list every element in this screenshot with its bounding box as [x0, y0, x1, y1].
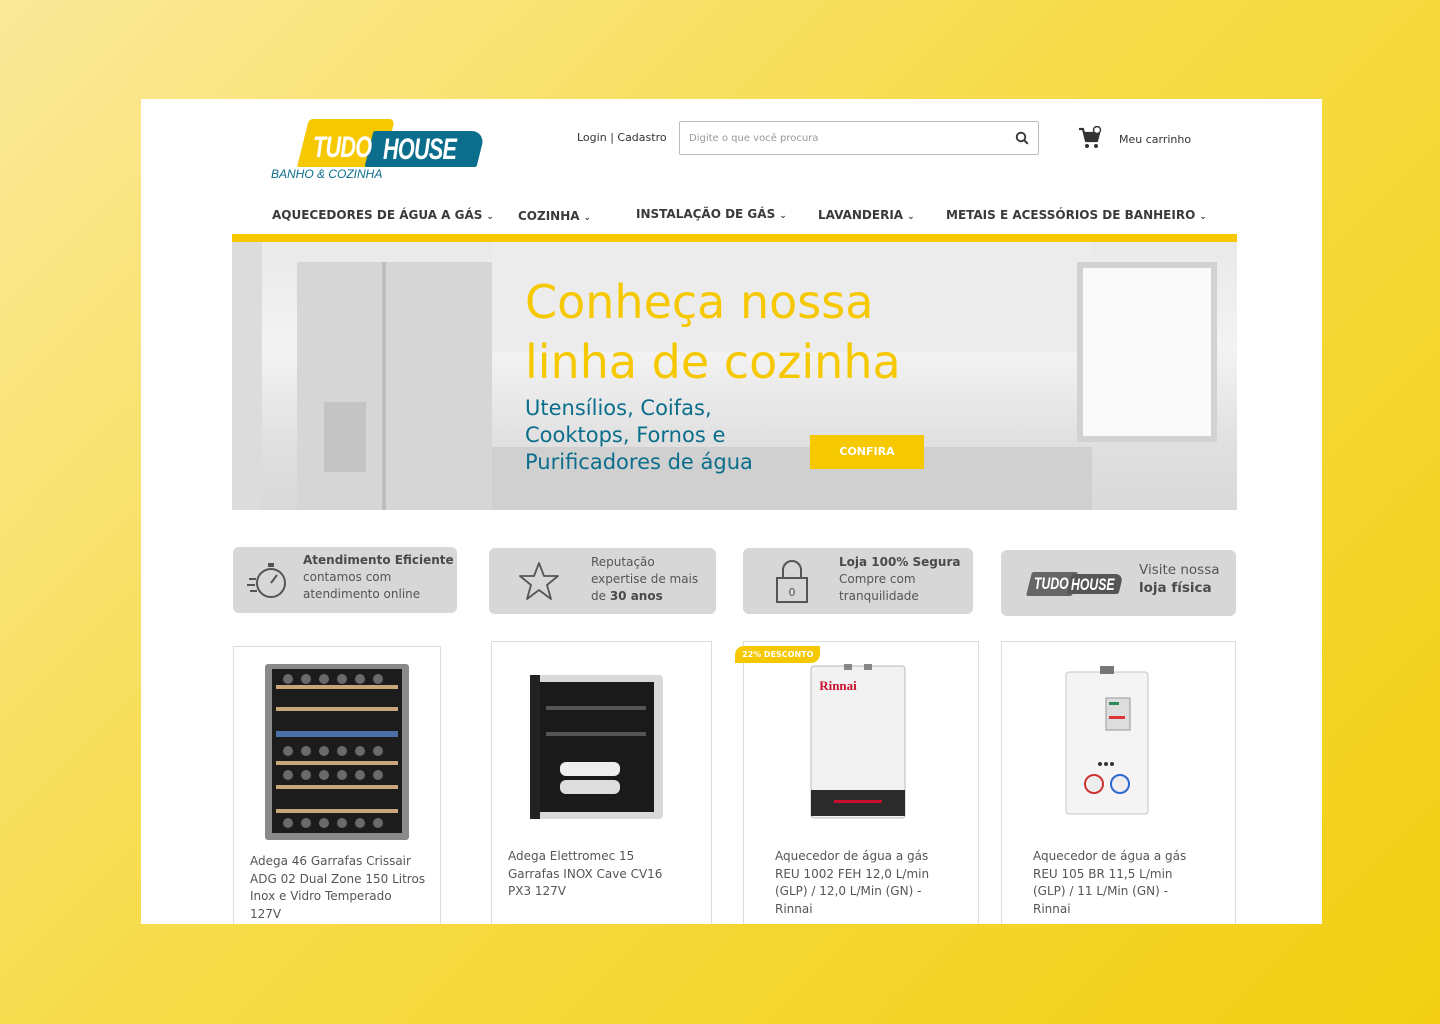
confira-button[interactable]: CONFIRA — [810, 435, 924, 469]
banner-headline: Conheça nossa linha de cozinha — [525, 272, 965, 392]
star-icon — [519, 562, 559, 600]
headline-line-1: Conheça nossa — [525, 275, 874, 329]
headline-line-2: linha de cozinha — [525, 335, 901, 389]
feature-line: de — [591, 589, 610, 603]
search-box — [679, 121, 1039, 155]
product-name[interactable]: Adega 46 Garrafas Crissair ADG 02 Dual Z… — [250, 853, 425, 923]
nav-item-lavanderia[interactable]: LAVANDERIA ⌄ — [818, 208, 915, 222]
nav-item-instalacao-gas[interactable]: INSTALAÇÃO DE GÁS ⌄ — [636, 207, 787, 221]
nav-label: METAIS E ACESSÓRIOS DE BANHEIRO — [946, 208, 1196, 222]
brand-label: Rinnai — [819, 678, 857, 693]
nav-item-metais-banheiro[interactable]: METAIS E ACESSÓRIOS DE BANHEIRO ⌄ — [946, 208, 1207, 222]
feature-emphasis: loja física — [1139, 580, 1212, 596]
feature-title: Loja 100% Segura — [839, 555, 961, 569]
subtitle-line-2: Cooktops, Fornos e — [525, 423, 726, 447]
nav-underline-bar — [232, 234, 1237, 242]
chevron-down-icon: ⌄ — [583, 213, 592, 223]
store-logo-icon: TUDO HOUSE — [1026, 572, 1124, 596]
feature-text: Atendimento Eficiente contamos com atend… — [303, 552, 454, 603]
store-page: TUDO HOUSE BANHO & COZINHA Login | Cadas… — [141, 99, 1322, 924]
wall-edge-shape — [232, 242, 262, 510]
product-name-line: REU 105 BR 11,5 L/min — [1033, 866, 1173, 881]
feature-line: contamos com — [303, 570, 392, 584]
search-input[interactable] — [680, 122, 990, 154]
subtitle-line-1: Utensílios, Coifas, — [525, 396, 712, 420]
subtitle-line-3: Purificadores de água — [525, 450, 753, 474]
product-name-line: Garrafas INOX Cave CV16 — [508, 866, 663, 881]
cart-label[interactable]: Meu carrinho — [1119, 133, 1191, 146]
nav-label: LAVANDERIA — [818, 208, 904, 222]
product-name-line: ADG 02 Dual Zone 150 Litros — [250, 871, 426, 886]
chevron-down-icon: ⌄ — [779, 211, 787, 221]
search-icon[interactable] — [1015, 131, 1029, 145]
product-card[interactable]: Adega Elettromec 15 Garrafas INOX Cave C… — [491, 641, 712, 924]
product-name-line: Aquecedor de água a gás — [1033, 849, 1187, 863]
feature-text: Loja 100% Segura Compre com tranquilidad… — [839, 554, 960, 605]
logo-word-tudo: TUDO — [313, 131, 372, 164]
feature-line: tranquilidade — [839, 589, 919, 603]
feature-emphasis: 30 anos — [609, 589, 663, 603]
account-links: Login | Cadastro — [577, 131, 667, 144]
product-card[interactable]: 22% DESCONTO Rinnai Aquecedor de água a … — [735, 641, 979, 924]
logo-tagline: BANHO & COZINHA — [271, 167, 383, 181]
feature-reputacao: Reputação expertise de mais de 30 anos — [489, 548, 716, 614]
window-shape — [1077, 262, 1217, 442]
product-name-line: Adega Elettromec 15 — [508, 849, 635, 863]
feature-line: Reputação — [591, 555, 655, 569]
signup-link[interactable]: Cadastro — [617, 131, 666, 144]
cart-icon[interactable] — [1078, 126, 1102, 150]
product-name[interactable]: Aquecedor de água a gás REU 105 BR 11,5 … — [1033, 848, 1186, 918]
fridge-split — [382, 262, 386, 510]
feature-loja-segura: 0 Loja 100% Segura Compre com tranquilid… — [743, 548, 973, 614]
login-link[interactable]: Login — [577, 131, 607, 144]
padlock-icon: 0 — [776, 560, 808, 603]
discount-badge: 22% DESCONTO — [735, 646, 821, 663]
svg-text:0: 0 — [789, 586, 796, 599]
feature-line: Visite nossa — [1139, 562, 1220, 578]
product-name-line: Adega 46 Garrafas Crissair — [250, 854, 411, 868]
product-name-line: REU 1002 FEH 12,0 L/min — [775, 866, 930, 881]
feature-loja-fisica[interactable]: TUDO HOUSE Visite nossa loja física — [1001, 550, 1236, 616]
fridge-dispenser — [324, 402, 366, 472]
wine-cooler-image — [530, 675, 663, 819]
water-heater-image: Rinnai — [810, 664, 906, 819]
feature-title: Atendimento Eficiente — [303, 553, 454, 567]
product-card[interactable]: Adega 46 Garrafas Crissair ADG 02 Dual Z… — [233, 646, 441, 924]
product-card[interactable]: Aquecedor de água a gás REU 105 BR 11,5 … — [1001, 641, 1236, 924]
banner-subtitle: Utensílios, Coifas, Cooktops, Fornos e P… — [525, 395, 805, 476]
product-name-line: (GLP) / 11 L/Min (GN) - — [1033, 884, 1168, 898]
logo-word-house: HOUSE — [383, 133, 457, 166]
water-heater-image — [1065, 666, 1149, 815]
product-name-line: Aquecedor de água a gás — [775, 849, 929, 863]
product-name-line: PX3 127V — [508, 884, 567, 898]
product-name[interactable]: Adega Elettromec 15 Garrafas INOX Cave C… — [508, 848, 662, 901]
stopwatch-icon — [247, 563, 286, 598]
wine-cooler-image — [265, 664, 409, 840]
feature-text: Visite nossa loja física — [1139, 561, 1220, 597]
feature-line: Compre com — [839, 572, 916, 586]
logo-word-house: HOUSE — [1071, 575, 1115, 594]
feature-text: Reputação expertise de mais de 30 anos — [591, 554, 698, 605]
product-name-line: Inox e Vidro Temperado — [250, 889, 392, 903]
feature-line: atendimento online — [303, 587, 421, 601]
nav-label: COZINHA — [518, 209, 580, 223]
product-name[interactable]: Aquecedor de água a gás REU 1002 FEH 12,… — [775, 848, 929, 918]
hero-banner[interactable]: Conheça nossa linha de cozinha Utensílio… — [232, 242, 1237, 510]
nav-label: AQUECEDORES DE ÁGUA A GÁS — [272, 208, 483, 222]
product-name-line: Rinnai — [1033, 901, 1071, 916]
feature-line: expertise de mais — [591, 572, 699, 586]
nav-label: INSTALAÇÃO DE GÁS — [636, 207, 776, 221]
feature-atendimento: Atendimento Eficiente contamos com atend… — [233, 547, 457, 613]
fridge-shape — [297, 262, 492, 510]
chevron-down-icon: ⌄ — [1199, 212, 1207, 222]
logo-word-tudo: TUDO — [1034, 574, 1069, 593]
product-name-line: 127V — [250, 906, 282, 921]
chevron-down-icon: ⌄ — [907, 212, 915, 222]
nav-item-aquecedores[interactable]: AQUECEDORES DE ÁGUA A GÁS ⌄ — [272, 208, 494, 222]
chevron-down-icon: ⌄ — [486, 212, 494, 222]
product-name-line: (GLP) / 12,0 L/Min (GN) - — [775, 884, 922, 898]
nav-item-cozinha[interactable]: COZINHA ⌄ — [518, 209, 591, 223]
product-name-line: Rinnai — [775, 901, 813, 916]
store-logo[interactable]: TUDO HOUSE BANHO & COZINHA — [269, 117, 486, 181]
